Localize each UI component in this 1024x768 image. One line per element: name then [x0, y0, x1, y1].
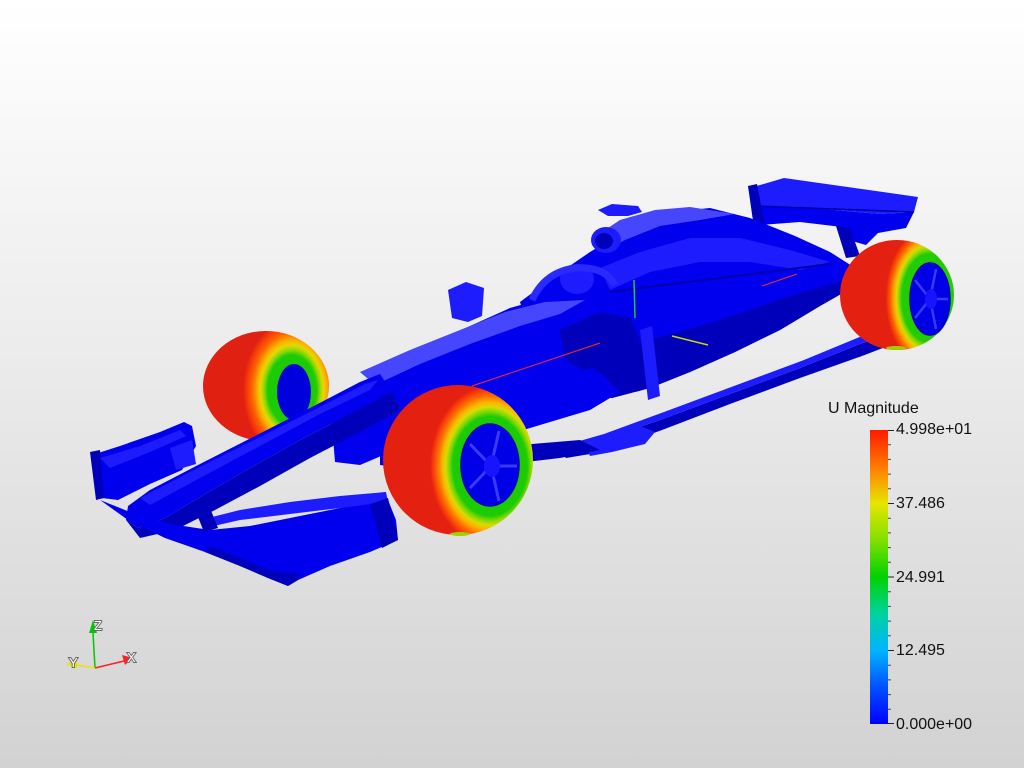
x-axis-label: X — [127, 650, 136, 665]
airbox-opening — [595, 233, 613, 249]
roll-hoop — [598, 204, 642, 216]
orientation-axes: Z X Y — [66, 617, 137, 671]
render-view[interactable]: U Magnitude 4.998e+01 37.486 24.991 12.4… — [0, 0, 1024, 768]
rear-wheel-nut — [925, 289, 937, 309]
color-legend-label-2: 24.991 — [896, 569, 945, 586]
color-legend-label-max: 4.998e+01 — [896, 421, 972, 438]
color-legend-label-min: 0.000e+00 — [896, 716, 972, 733]
near-front-wheel-nut — [484, 455, 500, 477]
color-legend[interactable]: U Magnitude 4.998e+01 37.486 24.991 12.4… — [828, 400, 972, 733]
chassis — [126, 264, 655, 538]
y-axis-line — [75, 664, 96, 669]
color-legend-label-3: 37.486 — [896, 495, 945, 512]
rear-contact-patch — [886, 346, 906, 350]
rear-tire — [840, 240, 954, 350]
near-front-contact-patch — [450, 532, 470, 536]
probe-line-green — [633, 279, 636, 319]
mirror — [448, 282, 484, 322]
near-front-tire — [383, 385, 533, 536]
color-legend-bar — [870, 430, 888, 724]
render-view-canvas[interactable]: U Magnitude 4.998e+01 37.486 24.991 12.4… — [0, 0, 1024, 768]
color-legend-label-1: 12.495 — [896, 642, 945, 659]
z-axis-line — [92, 632, 96, 669]
f1-car-model — [90, 178, 954, 586]
color-legend-title: U Magnitude — [828, 400, 919, 417]
y-axis-label: Y — [69, 655, 78, 670]
x-axis-line — [94, 660, 125, 669]
z-axis-label: Z — [94, 618, 102, 633]
